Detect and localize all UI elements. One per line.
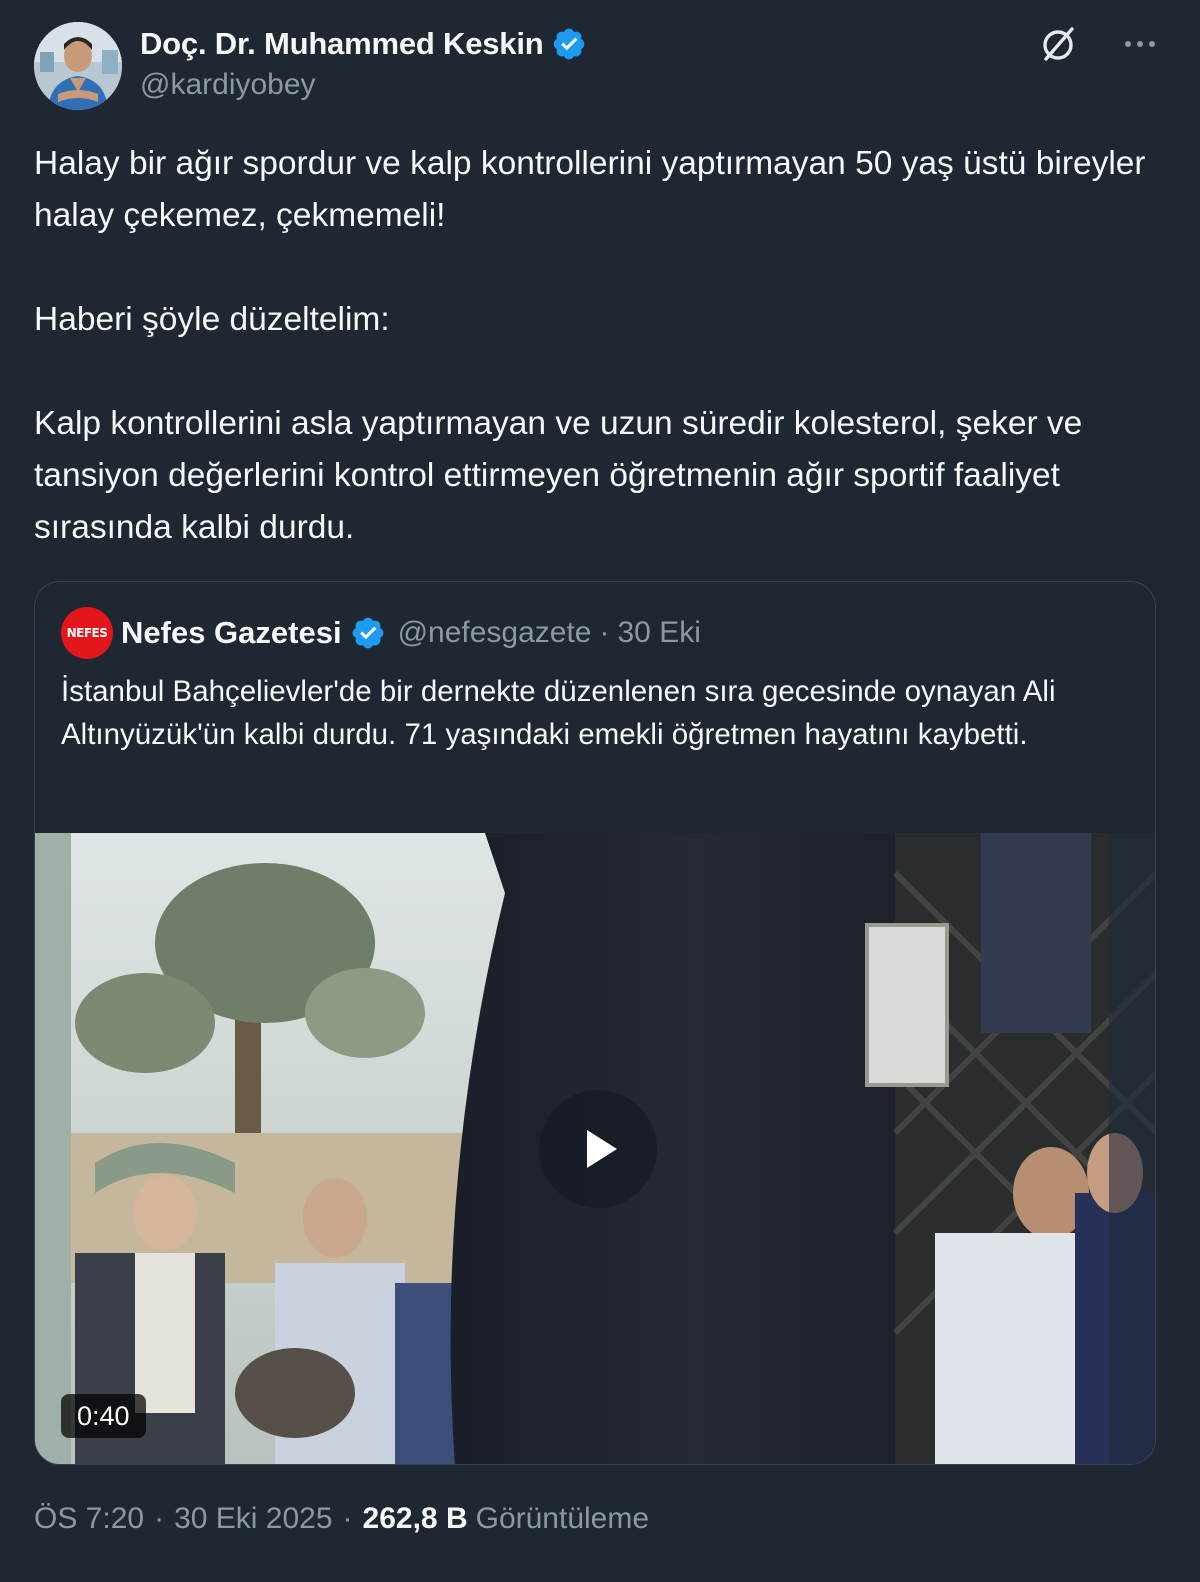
play-icon	[587, 1130, 617, 1168]
quoted-avatar-logo[interactable]: NEFES	[61, 607, 113, 659]
quoted-post-header: NEFES Nefes Gazetesi @nefesgazete · 30 E…	[61, 606, 701, 660]
separator-dot: ·	[342, 1502, 353, 1535]
post-date[interactable]: 30 Eki 2025	[174, 1502, 332, 1536]
separator-dot: ·	[154, 1502, 165, 1535]
verified-badge-icon[interactable]	[551, 26, 587, 62]
more-icon[interactable]	[1120, 24, 1160, 64]
quoted-date[interactable]: 30 Eki	[617, 616, 700, 650]
play-button[interactable]	[539, 1090, 657, 1208]
grok-icon[interactable]	[1038, 24, 1078, 64]
post-container: Doç. Dr. Muhammed Keskin @kardiyobey Hal…	[0, 0, 1200, 1582]
video-player[interactable]: 0:40	[35, 833, 1155, 1464]
separator-dot: ·	[599, 616, 610, 649]
author-block: Doç. Dr. Muhammed Keskin @kardiyobey	[140, 24, 587, 102]
post-text: Halay bir ağır spordur ve kalp kontrolle…	[34, 138, 1174, 554]
views-label: Görüntüleme	[475, 1502, 650, 1535]
post-meta: ÖS 7:20 · 30 Eki 2025 · 262,8 B Görüntül…	[34, 1502, 649, 1536]
post-paragraph: Haberi şöyle düzeltelim:	[34, 301, 390, 338]
author-handle[interactable]: @kardiyobey	[140, 68, 587, 102]
post-paragraph: Halay bir ağır spordur ve kalp kontrolle…	[34, 145, 1146, 234]
post-time[interactable]: ÖS 7:20	[34, 1502, 144, 1536]
quoted-post[interactable]: NEFES Nefes Gazetesi @nefesgazete · 30 E…	[34, 581, 1156, 1465]
quoted-post-text: İstanbul Bahçelievler'de bir dernekte dü…	[61, 675, 1056, 751]
top-actions	[1038, 24, 1160, 64]
author-avatar[interactable]	[34, 22, 122, 110]
author-name[interactable]: Doç. Dr. Muhammed Keskin	[140, 26, 544, 62]
quoted-author-name[interactable]: Nefes Gazetesi	[121, 615, 342, 651]
quoted-author-handle: @nefesgazete	[397, 616, 592, 649]
views-count[interactable]: 262,8 B	[363, 1502, 468, 1536]
verified-badge-icon	[352, 617, 383, 649]
video-duration-badge: 0:40	[61, 1394, 146, 1438]
post-paragraph: Kalp kontrollerini asla yaptırmayan ve u…	[34, 405, 1083, 546]
author-name-row: Doç. Dr. Muhammed Keskin	[140, 24, 587, 64]
